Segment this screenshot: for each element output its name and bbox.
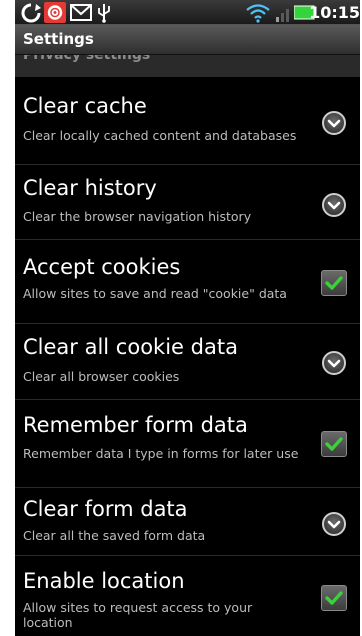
item-title: Clear all cookie data [23,335,238,359]
remember-form-data-checkbox[interactable] [321,431,347,457]
title-bar: Settings [15,25,360,55]
item-title: Remember form data [23,413,248,437]
item-summary: Clear all browser cookies [23,369,180,384]
email-app-icon [44,2,66,23]
enable-location-checkbox[interactable] [321,585,347,611]
item-summary: Clear locally cached content and databas… [23,128,297,143]
settings-list: Clear cache Clear locally cached content… [15,77,360,636]
setting-accept-cookies[interactable]: Accept cookies Allow sites to save and r… [15,240,360,324]
item-title: Enable location [23,569,185,593]
sync-icon [21,3,41,23]
clear-all-cookie-data-button[interactable] [322,351,346,375]
setting-clear-form-data[interactable]: Clear form data Clear all the saved form… [15,488,360,556]
item-title: Accept cookies [23,255,181,279]
phone-screen: 10:15 Settings Privacy settings Clear ca… [15,0,360,636]
setting-remember-form-data[interactable]: Remember form data Remember data I type … [15,400,360,488]
item-title: Clear form data [23,497,188,521]
setting-enable-location[interactable]: Enable location Allow sites to request a… [15,556,360,636]
item-summary: Allow sites to save and read "cookie" da… [23,286,287,301]
item-title: Clear history [23,176,157,200]
accept-cookies-checkbox[interactable] [321,270,347,296]
setting-clear-all-cookie-data[interactable]: Clear all cookie data Clear all browser … [15,324,360,400]
wifi-icon [246,4,270,23]
gmail-icon [70,4,92,21]
chevron-down-icon [327,201,341,210]
signal-icon [276,9,289,22]
item-title: Clear cache [23,94,147,118]
setting-clear-cache[interactable]: Clear cache Clear locally cached content… [15,77,360,165]
page-title: Settings [23,30,94,48]
clear-form-data-button[interactable] [322,512,346,536]
checkmark-icon [325,591,343,605]
chevron-down-icon [327,359,341,368]
checkmark-icon [325,276,343,290]
status-time: 10:15 [309,3,360,22]
item-summary: Clear the browser navigation history [23,209,252,224]
usb-icon [98,4,110,23]
checkmark-icon [325,437,343,451]
clear-cache-button[interactable] [322,111,346,135]
item-summary: Remember data I type in forms for later … [23,446,299,461]
clear-history-button[interactable] [322,193,346,217]
item-summary: Clear all the saved form data [23,528,206,543]
chevron-down-icon [327,520,341,529]
setting-clear-history[interactable]: Clear history Clear the browser navigati… [15,165,360,240]
section-header: Privacy settings [15,55,360,77]
status-bar: 10:15 [15,0,360,25]
chevron-down-icon [327,119,341,128]
item-summary: Allow sites to request access to your lo… [23,600,253,630]
section-header-label: Privacy settings [23,55,151,63]
